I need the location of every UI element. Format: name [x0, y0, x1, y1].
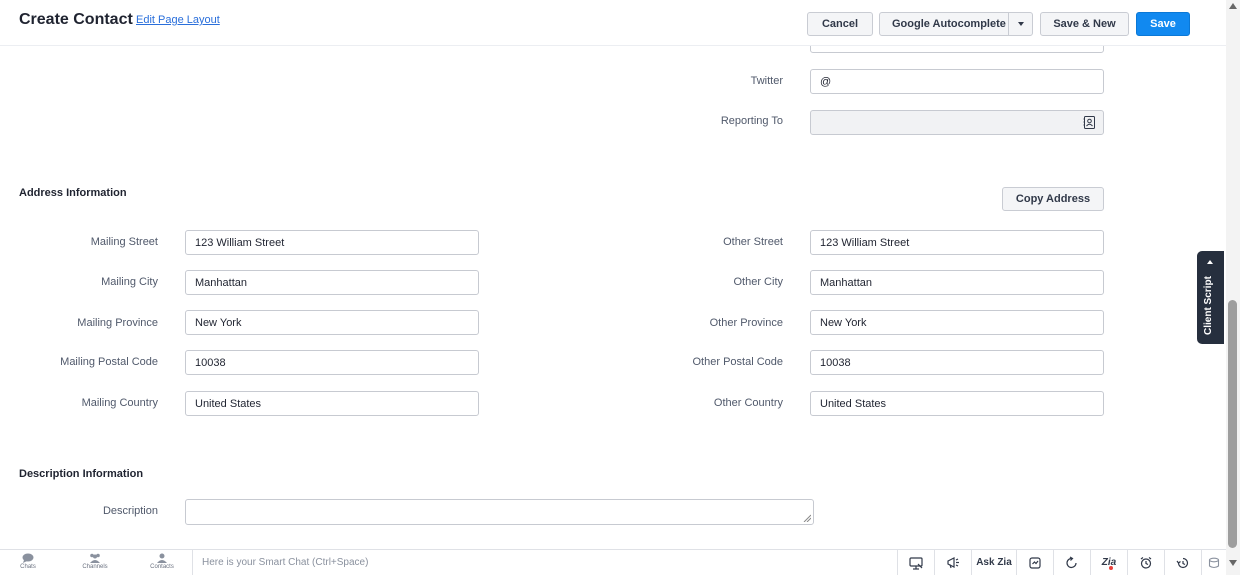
twitter-input[interactable]: @: [810, 69, 1104, 94]
chats-button[interactable]: Chats: [8, 553, 48, 575]
megaphone-icon: [947, 556, 959, 568]
refresh-icon: [1066, 555, 1077, 568]
stack-icon: [1208, 557, 1220, 568]
other-street-input[interactable]: 123 William Street: [810, 230, 1104, 255]
mailing-street-input[interactable]: 123 William Street: [185, 230, 479, 255]
mailing-province-label: Mailing Province: [77, 317, 158, 329]
history-button[interactable]: [1164, 550, 1201, 575]
smart-chat-input[interactable]: Here is your Smart Chat (Ctrl+Space): [192, 550, 897, 575]
alarm-clock-icon: [1140, 556, 1152, 569]
other-postal-code-value: 10038: [820, 356, 851, 369]
other-street-label: Other Street: [723, 236, 783, 248]
contact-person-icon: [157, 553, 167, 563]
client-script-tab[interactable]: Client Script: [1197, 251, 1224, 344]
reporting-to-label: Reporting To: [720, 115, 783, 127]
mailing-postal-code-value: 10038: [195, 356, 226, 369]
contacts-button[interactable]: Contacts: [142, 553, 182, 575]
other-street-value: 123 William Street: [820, 236, 910, 249]
channels-button[interactable]: Channels: [75, 553, 115, 575]
scroll-up-arrow-icon[interactable]: [1229, 3, 1237, 9]
mailing-postal-code-label: Mailing Postal Code: [60, 356, 158, 368]
zia-button[interactable]: Zia: [1090, 550, 1127, 575]
cancel-button[interactable]: Cancel: [807, 12, 873, 36]
notes-button[interactable]: [1016, 550, 1053, 575]
create-contact-page: Create Contact Edit Page Layout Cancel G…: [0, 0, 1240, 575]
other-city-input[interactable]: Manhattan: [810, 270, 1104, 295]
scrollbar-thumb[interactable]: [1228, 300, 1237, 548]
mailing-street-label: Mailing Street: [90, 236, 158, 248]
contact-lookup-icon[interactable]: [1083, 116, 1096, 129]
other-country-input[interactable]: United States: [810, 391, 1104, 416]
mailing-street-value: 123 William Street: [195, 236, 285, 249]
announcements-button[interactable]: [934, 550, 971, 575]
mailing-province-value: New York: [195, 316, 242, 329]
copy-address-button[interactable]: Copy Address: [1002, 187, 1104, 211]
mailing-country-input[interactable]: United States: [185, 391, 479, 416]
mailing-city-label: Mailing City: [101, 276, 158, 288]
mailing-city-input[interactable]: Manhattan: [185, 270, 479, 295]
description-label: Description: [102, 505, 158, 517]
other-province-input[interactable]: New York: [810, 310, 1104, 335]
contacts-label: Contacts: [150, 564, 174, 570]
address-section-title: Address Information: [19, 187, 127, 199]
vertical-scrollbar[interactable]: [1226, 0, 1240, 575]
chevron-down-icon: [1017, 22, 1024, 26]
save-and-new-button[interactable]: Save & New: [1040, 12, 1129, 36]
channels-label: Channels: [82, 564, 108, 570]
reporting-to-input[interactable]: [810, 110, 1104, 135]
other-province-value: New York: [820, 316, 867, 329]
page-header: Create Contact Edit Page Layout Cancel G…: [0, 0, 1226, 46]
bottom-toolbar: Chats Channels Contacts Here is your Sma…: [0, 549, 1226, 575]
scroll-down-arrow-icon[interactable]: [1229, 560, 1237, 566]
other-country-value: United States: [820, 397, 887, 410]
mailing-city-value: Manhattan: [195, 276, 247, 289]
other-country-label: Other Country: [713, 397, 783, 409]
ask-zia-button[interactable]: Ask Zia: [971, 550, 1016, 575]
other-province-label: Other Province: [709, 317, 783, 329]
page-title: Create Contact: [19, 11, 133, 28]
other-city-label: Other City: [733, 276, 783, 288]
description-textarea[interactable]: [185, 499, 814, 525]
twitter-value: @: [820, 75, 832, 88]
notification-dot-icon: [1109, 566, 1113, 570]
chat-bubble-icon: [22, 553, 34, 563]
client-script-label: Client Script: [1203, 276, 1214, 335]
mailing-postal-code-input[interactable]: 10038: [185, 350, 479, 375]
edit-page-layout-link[interactable]: Edit Page Layout: [136, 14, 220, 26]
other-postal-code-input[interactable]: 10038: [810, 350, 1104, 375]
mailing-country-value: United States: [195, 397, 262, 410]
save-button[interactable]: Save: [1136, 12, 1190, 36]
google-autocomplete-button[interactable]: Google Autocomplete: [879, 12, 1033, 36]
other-city-value: Manhattan: [820, 276, 872, 289]
reminder-button[interactable]: [1127, 550, 1164, 575]
screen-share-button[interactable]: [897, 550, 934, 575]
twitter-label: Twitter: [750, 75, 783, 87]
monitor-icon: [909, 556, 923, 570]
other-postal-code-label: Other Postal Code: [692, 356, 784, 368]
chats-label: Chats: [20, 564, 36, 570]
description-section-title: Description Information: [19, 468, 144, 480]
mailing-country-label: Mailing Country: [81, 397, 158, 409]
collapse-arrow-icon: [1207, 260, 1213, 264]
note-icon: [1029, 556, 1041, 569]
google-autocomplete-dropdown[interactable]: [1008, 13, 1032, 35]
resize-grip-icon[interactable]: [803, 514, 811, 522]
history-icon: [1176, 557, 1189, 568]
more-tools-button[interactable]: [1201, 550, 1226, 575]
google-autocomplete-label: Google Autocomplete: [892, 18, 1006, 30]
channels-icon: [90, 553, 100, 563]
refresh-button[interactable]: [1053, 550, 1090, 575]
mailing-province-input[interactable]: New York: [185, 310, 479, 335]
